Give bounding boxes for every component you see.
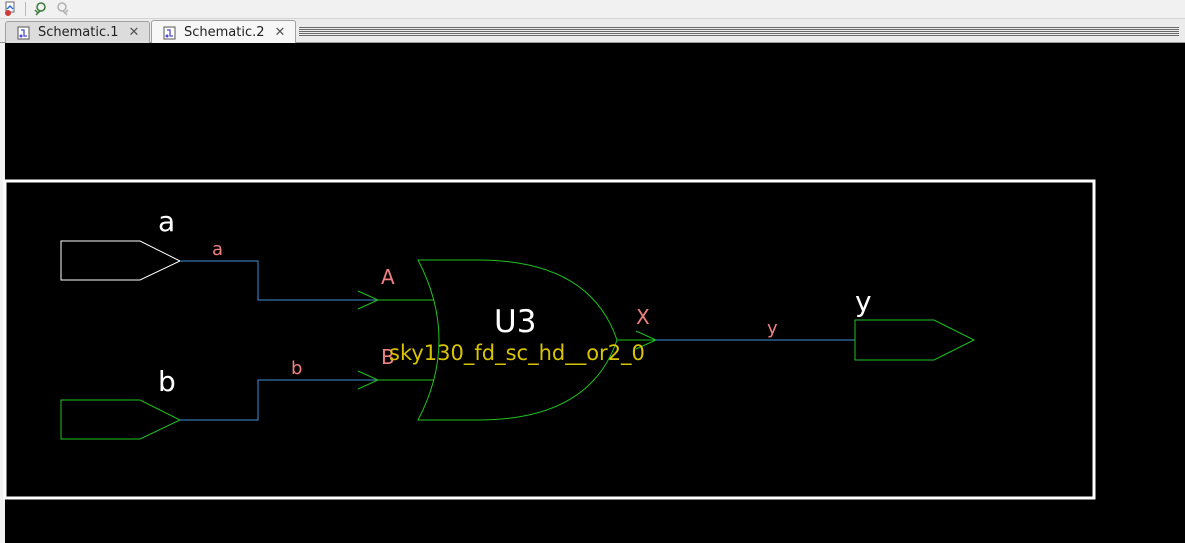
net-b-label: b bbox=[291, 358, 302, 379]
zoom-back-icon[interactable] bbox=[32, 1, 50, 18]
or-gate-body[interactable] bbox=[417, 259, 618, 421]
pin-a-label: A bbox=[381, 265, 395, 289]
net-a-label: a bbox=[212, 239, 223, 260]
pin-x-label: X bbox=[636, 305, 650, 329]
tab-schematic-1[interactable]: Schematic.1 ✕ bbox=[5, 21, 150, 43]
net-y-label: y bbox=[767, 318, 778, 339]
toolbar bbox=[0, 0, 1185, 19]
cell-type-label: sky130_fd_sc_hd__or2_0 bbox=[389, 341, 645, 366]
schematic-document-icon bbox=[17, 26, 30, 39]
port-y-shape[interactable] bbox=[854, 319, 976, 361]
close-icon[interactable]: ✕ bbox=[275, 25, 286, 40]
port-b-label: b bbox=[158, 365, 176, 398]
port-y-label: y bbox=[855, 285, 872, 318]
tab-bar-grip[interactable] bbox=[299, 27, 1179, 36]
port-b-shape[interactable] bbox=[60, 399, 182, 440]
schematic-canvas[interactable]: a b a b y y A B X U3 sky130_fd_sc_hd__or bbox=[0, 43, 1185, 543]
port-a-label: a bbox=[158, 205, 175, 238]
schematic-tool-icon[interactable] bbox=[2, 1, 20, 18]
schematic-document-icon bbox=[163, 26, 176, 39]
tab-schematic-2[interactable]: Schematic.2 ✕ bbox=[151, 20, 296, 44]
tab-label: Schematic.2 bbox=[184, 25, 265, 40]
net-b-wire[interactable] bbox=[180, 379, 380, 421]
tab-label: Schematic.1 bbox=[38, 25, 119, 40]
close-icon[interactable]: ✕ bbox=[129, 25, 140, 40]
toolbar-separator bbox=[25, 2, 26, 16]
net-a-wire[interactable] bbox=[180, 260, 380, 301]
port-a-shape[interactable] bbox=[60, 240, 182, 281]
schematic-svg: a b a b y y A B X U3 sky130_fd_sc_hd__or bbox=[3, 179, 1096, 500]
zoom-forward-icon[interactable] bbox=[53, 1, 71, 18]
tab-bar: Schematic.1 ✕ Schematic.2 ✕ bbox=[0, 19, 1185, 44]
instance-label: U3 bbox=[494, 304, 536, 340]
